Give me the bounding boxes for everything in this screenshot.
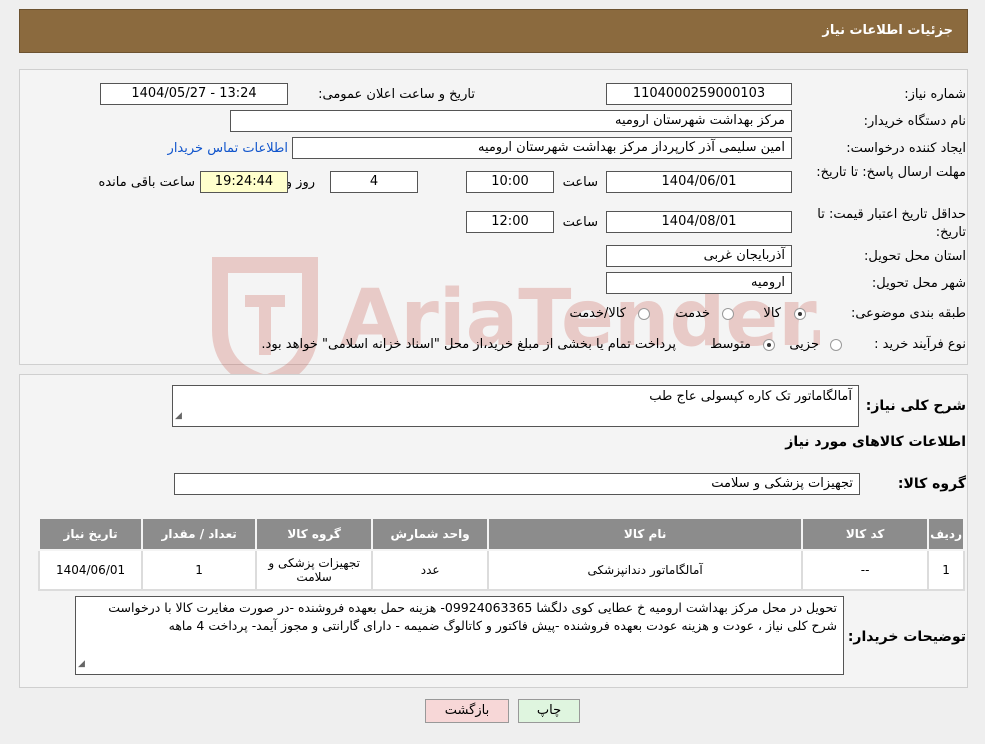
buyer-org-label: نام دستگاه خریدار: <box>863 114 966 129</box>
goods-group-label: گروه کالا: <box>897 476 966 492</box>
validity-date-field: 1404/08/01 <box>606 211 792 233</box>
col-date-header: تاریخ نیاز <box>37 517 144 551</box>
deadline-time-label: ساعت <box>562 175 598 190</box>
city-label: شهر محل تحویل: <box>871 276 966 291</box>
purchase-medium-label: متوسط <box>710 337 751 352</box>
print-button[interactable]: چاپ <box>518 699 580 723</box>
category-service-label: خدمت <box>675 306 710 321</box>
purchase-minor-radio[interactable] <box>830 339 842 351</box>
col-unit-header: واحد شمارش <box>371 517 490 551</box>
purchase-minor-label: جزیی <box>789 337 819 352</box>
goods-group-field: تجهیزات پزشکی و سلامت <box>174 473 860 495</box>
category-label: طبقه بندی موضوعی: <box>850 306 966 321</box>
category-goods-service-label: کالا/خدمت <box>569 306 626 321</box>
purchase-note: پرداخت تمام یا بخشی از مبلغ خرید،از محل … <box>261 337 676 352</box>
announce-date-label: تاریخ و ساعت اعلان عمومی: <box>318 87 475 102</box>
table-row: 1 -- آمالگاماتور دندانپزشکی عدد تجهیزات … <box>37 549 965 591</box>
goods-table-header-row: ردیف کد کالا نام کالا واحد شمارش گروه کا… <box>37 517 965 551</box>
remaining-time-field: 19:24:44 <box>200 171 288 193</box>
need-summary-field: آمالگاماتور تک کاره کپسولی عاج طب ◢ <box>172 385 859 427</box>
creator-label: ایجاد کننده درخواست: <box>846 141 966 156</box>
cell-name: آمالگاماتور دندانپزشکی <box>487 549 804 591</box>
page-title: جزئیات اطلاعات نیاز <box>822 23 953 38</box>
goods-info-title: اطلاعات کالاهای مورد نیاز <box>785 434 966 450</box>
remaining-time-label: ساعت باقی مانده <box>98 175 195 190</box>
remaining-days-field: 4 <box>330 171 418 193</box>
buyer-contact-link[interactable]: اطلاعات تماس خریدار <box>168 141 288 156</box>
days-label: روز و <box>285 175 315 190</box>
category-goods-service-radio[interactable] <box>638 308 650 320</box>
cell-code: -- <box>801 549 930 591</box>
validity-label: حداقل تاریخ اعتبار قیمت: تا تاریخ: <box>817 207 966 240</box>
col-name-header: نام کالا <box>487 517 804 551</box>
province-field: آذربایجان غربی <box>606 245 792 267</box>
category-goods-radio[interactable] <box>794 308 806 320</box>
creator-field: امین سلیمی آذر کارپرداز مرکز بهداشت شهرس… <box>292 137 792 159</box>
resize-grip-icon[interactable]: ◢ <box>78 655 85 673</box>
cell-group: تجهیزات پزشکی و سلامت <box>255 549 374 591</box>
validity-time-field: 12:00 <box>466 211 554 233</box>
cell-unit: عدد <box>371 549 490 591</box>
buyer-notes-field: تحویل در محل مرکز بهداشت ارومیه خ عطایی … <box>75 596 844 675</box>
purchase-type-label: نوع فرآیند خرید : <box>874 337 966 352</box>
deadline-label: مهلت ارسال پاسخ: تا تاریخ: <box>816 165 966 180</box>
deadline-date-field: 1404/06/01 <box>606 171 792 193</box>
need-number-label: شماره نیاز: <box>904 87 966 102</box>
category-goods-label: کالا <box>763 306 781 321</box>
category-service-radio[interactable] <box>722 308 734 320</box>
cell-date: 1404/06/01 <box>37 549 144 591</box>
validity-time-label: ساعت <box>562 215 598 230</box>
col-qty-header: تعداد / مقدار <box>141 517 258 551</box>
announce-date-field: 1404/05/27 - 13:24 <box>100 83 288 105</box>
col-code-header: کد کالا <box>801 517 930 551</box>
need-number-field: 1104000259000103 <box>606 83 792 105</box>
buyer-notes-label: توضیحات خریدار: <box>847 629 966 645</box>
col-row-header: ردیف <box>927 517 965 551</box>
cell-row: 1 <box>927 549 965 591</box>
resize-grip-icon[interactable]: ◢ <box>175 407 182 425</box>
city-field: ارومیه <box>606 272 792 294</box>
province-label: استان محل تحویل: <box>864 249 966 264</box>
buyer-org-field: مرکز بهداشت شهرستان ارومیه <box>230 110 792 132</box>
deadline-time-field: 10:00 <box>466 171 554 193</box>
goods-table: ردیف کد کالا نام کالا واحد شمارش گروه کا… <box>37 517 965 591</box>
purchase-medium-radio[interactable] <box>763 339 775 351</box>
back-button[interactable]: بازگشت <box>425 699 509 723</box>
cell-qty: 1 <box>141 549 258 591</box>
page-header: جزئیات اطلاعات نیاز <box>19 9 968 53</box>
col-group-header: گروه کالا <box>255 517 374 551</box>
need-summary-label: شرح کلی نیاز: <box>865 398 966 414</box>
